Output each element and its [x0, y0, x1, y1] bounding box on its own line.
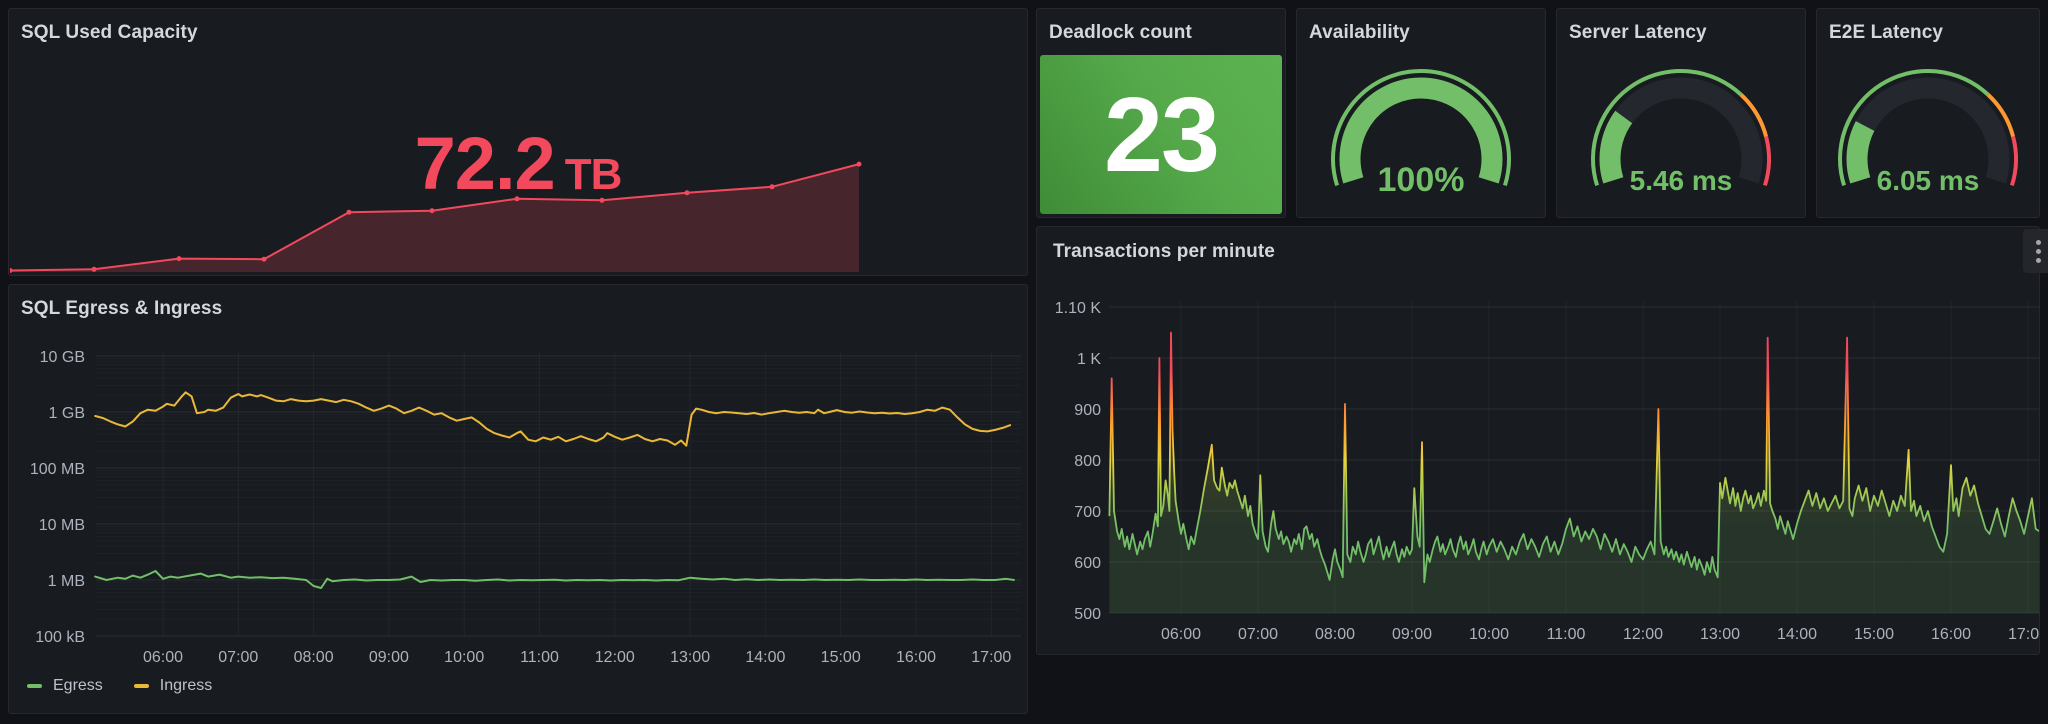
- axis-tick-label: 12:00: [595, 649, 635, 666]
- axis-tick-label: 700: [1074, 504, 1101, 521]
- axis-tick-label: 10 GB: [40, 349, 85, 366]
- axis-tick-label: 08:00: [294, 649, 334, 666]
- axis-tick-label: 09:00: [1392, 626, 1432, 643]
- axis-tick-label: 15:00: [1854, 626, 1894, 643]
- capacity-value: 72.2 TB: [9, 127, 1027, 201]
- legend-label: Ingress: [159, 677, 213, 694]
- axis-tick-label: 100 MB: [30, 461, 85, 478]
- e2e-latency-value: 6.05 ms: [1876, 165, 1980, 196]
- stat-background: 23: [1040, 55, 1282, 214]
- panel-sql-used-capacity: SQL Used Capacity 72.2 TB: [8, 8, 1028, 276]
- egress-ingress-chart[interactable]: 10 GB 1 GB 100 MB 10 MB 1 MB 100 kB 06:00 07:00…: [9, 285, 1027, 713]
- panel-title: SQL Used Capacity: [21, 22, 198, 43]
- axis-tick-label: 14:00: [1777, 626, 1817, 643]
- axis-tick-label: 800: [1074, 453, 1101, 470]
- kebab-dot: [2036, 257, 2041, 263]
- availability-value: 100%: [1377, 161, 1465, 199]
- chart-legend: Egress Ingress: [27, 677, 230, 695]
- egress-series-marker: [27, 684, 42, 688]
- ingress-series-marker: [133, 684, 149, 688]
- axis-tick-label: 17:00: [2008, 626, 2039, 643]
- axis-tick-label: 1 MB: [48, 573, 85, 590]
- capacity-value-number: 72.2: [414, 122, 556, 205]
- legend-item-egress[interactable]: Egress: [27, 677, 103, 695]
- panel-transactions-per-minute: Transactions per minute 1.10 K 1 K 900 800 7…: [1036, 226, 2040, 655]
- axis-tick-label: 1.10 K: [1055, 300, 1102, 317]
- axis-tick-label: 16:00: [1931, 626, 1971, 643]
- grafana-dashboard: { "colors": { "green": "#73BF69", "yello…: [0, 0, 2048, 724]
- legend-label: Egress: [53, 677, 103, 694]
- axis-tick-label: 1 K: [1077, 351, 1101, 368]
- deadlock-value: 23: [1104, 75, 1220, 194]
- axis-tick-label: 12:00: [1623, 626, 1663, 643]
- panel-sql-egress-ingress: SQL Egress & Ingress 10 GB 1 GB 100 MB 10 M…: [8, 284, 1028, 714]
- axis-tick-label: 10:00: [1469, 626, 1509, 643]
- axis-tick-label: 600: [1074, 555, 1101, 572]
- panel-title: SQL Egress & Ingress: [21, 298, 223, 319]
- legend-item-ingress[interactable]: Ingress: [133, 677, 213, 695]
- axis-tick-label: 16:00: [896, 649, 936, 666]
- axis-tick-label: 11:00: [520, 649, 559, 666]
- axis-tick-label: 500: [1074, 606, 1101, 623]
- panel-title: E2E Latency: [1829, 22, 1944, 43]
- panel-title: Deadlock count: [1049, 22, 1192, 43]
- panel-title: Transactions per minute: [1053, 241, 1275, 262]
- axis-tick-label: 15:00: [821, 649, 861, 666]
- server-latency-value: 5.46 ms: [1629, 165, 1733, 196]
- axis-tick-label: 13:00: [670, 649, 710, 666]
- axis-tick-label: 13:00: [1700, 626, 1740, 643]
- axis-tick-label: 07:00: [1238, 626, 1278, 643]
- capacity-value-unit: TB: [564, 150, 623, 199]
- panel-title: Server Latency: [1569, 22, 1707, 43]
- axis-tick-label: 100 kB: [35, 629, 85, 646]
- axis-tick-label: 10:00: [444, 649, 484, 666]
- axis-tick-label: 17:00: [971, 649, 1011, 666]
- panel-availability: Availability 100%: [1296, 8, 1546, 218]
- axis-tick-label: 900: [1074, 402, 1101, 419]
- kebab-dot: [2036, 248, 2041, 254]
- panel-deadlock-count: Deadlock count 23: [1036, 8, 1286, 218]
- axis-tick-label: 11:00: [1547, 626, 1586, 643]
- panel-e2e-latency: E2E Latency 6.05 ms: [1816, 8, 2040, 218]
- axis-tick-label: 14:00: [745, 649, 785, 666]
- panel-server-latency: Server Latency 5.46 ms: [1556, 8, 1806, 218]
- kebab-dot: [2036, 239, 2041, 245]
- transactions-chart[interactable]: 1.10 K 1 K 900 800 700 600 500 06:00 07:00 08:00 0…: [1037, 227, 2039, 654]
- axis-tick-label: 06:00: [1161, 626, 1201, 643]
- panel-menu-button[interactable]: [2023, 229, 2048, 273]
- axis-tick-label: 08:00: [1315, 626, 1355, 643]
- axis-tick-label: 09:00: [369, 649, 409, 666]
- axis-tick-label: 1 GB: [49, 405, 85, 422]
- axis-tick-label: 07:00: [218, 649, 258, 666]
- axis-tick-label: 10 MB: [39, 517, 85, 534]
- axis-tick-label: 06:00: [143, 649, 183, 666]
- panel-title: Availability: [1309, 22, 1410, 43]
